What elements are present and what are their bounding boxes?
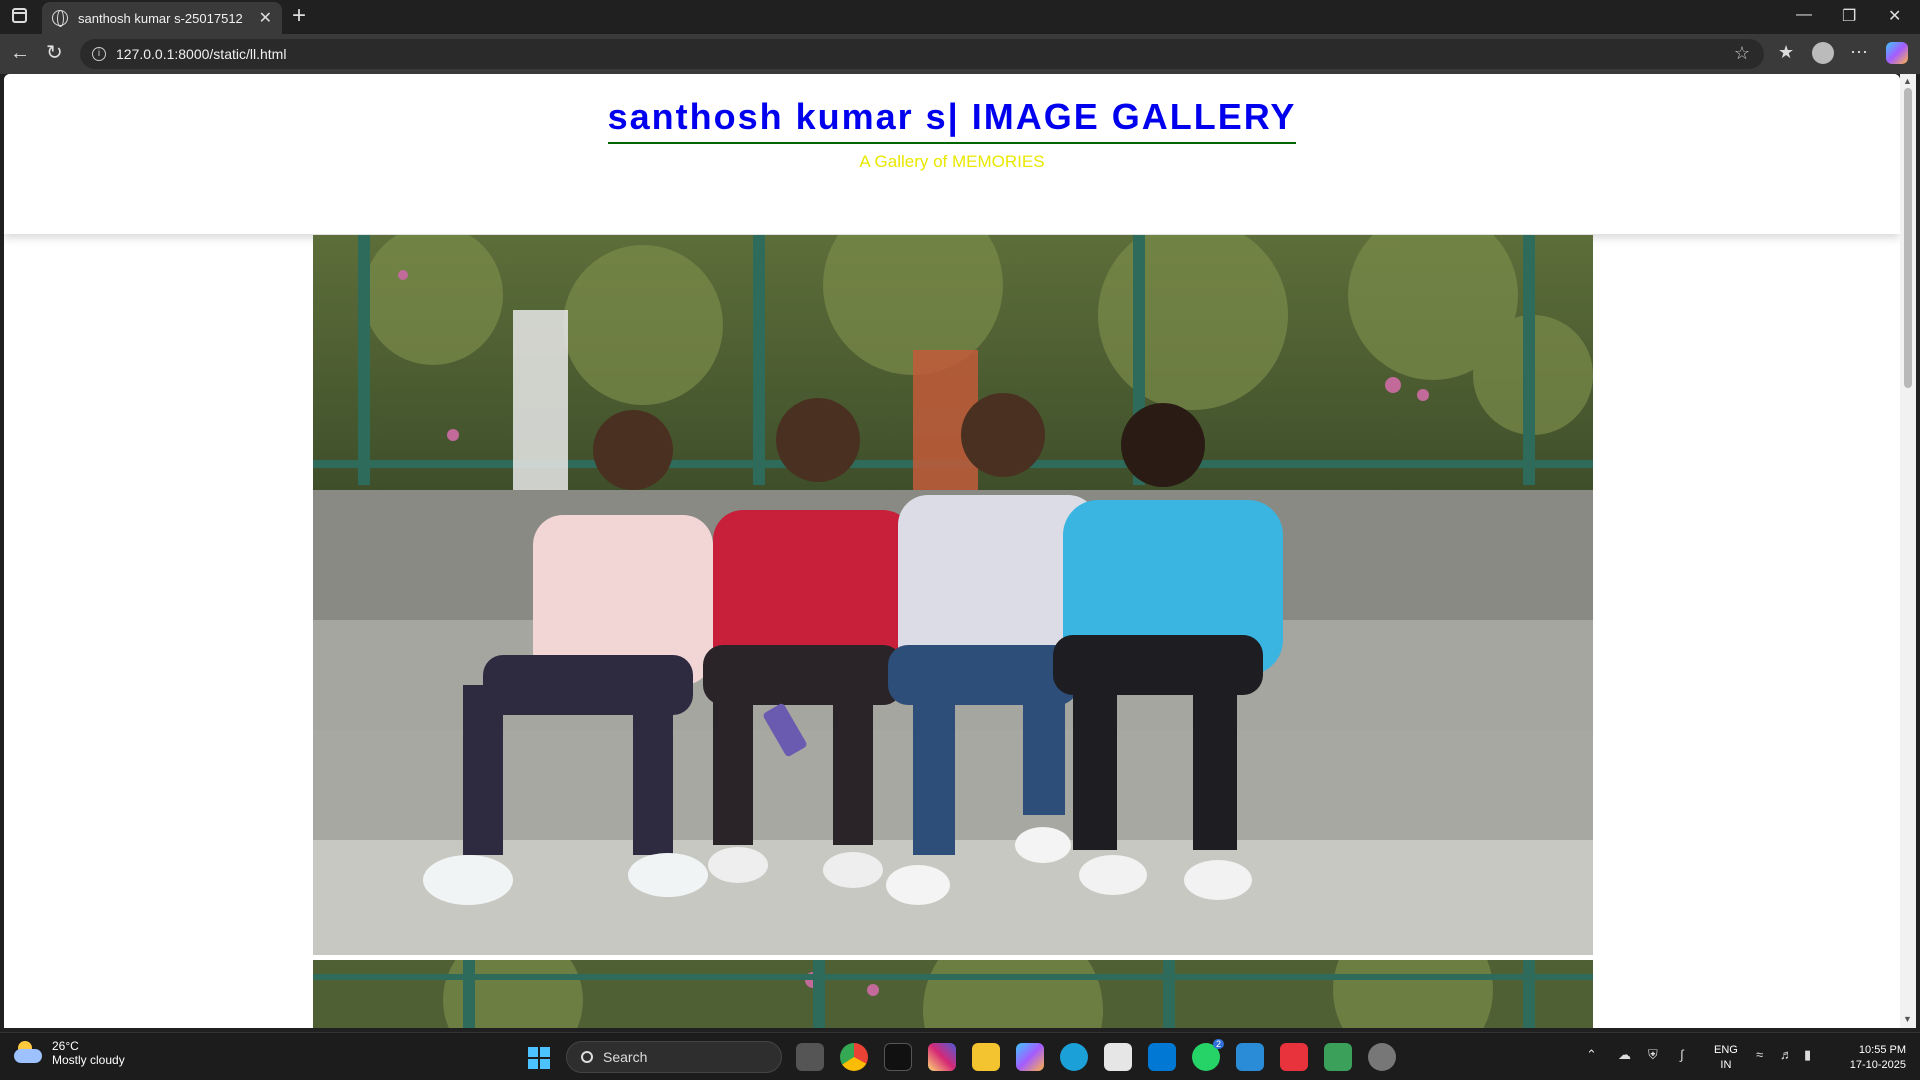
restore-button[interactable]: ❐: [1842, 6, 1856, 26]
favorites-icon[interactable]: ★: [1778, 42, 1794, 63]
wps-office-icon[interactable]: [1280, 1043, 1308, 1071]
page-scrollbar[interactable]: ▲ ▼: [1900, 74, 1916, 1028]
page-viewport: santhosh kumar s| IMAGE GALLERY A Galler…: [4, 74, 1900, 1028]
bluetooth-icon[interactable]: ∫: [1680, 1047, 1684, 1062]
scroll-up-arrow-icon[interactable]: ▲: [1903, 76, 1912, 86]
close-window-button[interactable]: ✕: [1888, 6, 1901, 26]
volume-icon[interactable]: ♬: [1780, 1047, 1793, 1062]
tab-actions-menu-icon[interactable]: [12, 8, 27, 23]
chrome-icon[interactable]: [840, 1043, 868, 1071]
copilot-app-icon[interactable]: [1016, 1043, 1044, 1071]
site-info-icon[interactable]: i: [92, 47, 106, 61]
clock-time: 10:55 PM: [1858, 1044, 1906, 1056]
notification-badge: 2: [1212, 1039, 1224, 1049]
onedrive-cloud-icon[interactable]: ☁: [1618, 1047, 1631, 1063]
vscode-icon[interactable]: [1236, 1043, 1264, 1071]
gallery-image: [313, 235, 1593, 955]
minimize-button[interactable]: —: [1796, 6, 1812, 24]
favorite-star-icon[interactable]: ☆: [1734, 43, 1750, 64]
browser-tabstrip: santhosh kumar s-25017512 ✕ + — ❐ ✕: [0, 0, 1920, 34]
group-photo-illustration: [313, 235, 1593, 955]
back-arrow-icon[interactable]: ←: [10, 42, 30, 64]
snipping-tool-icon[interactable]: [1324, 1043, 1352, 1071]
browser-toolbar: ← ↻ i 127.0.0.1:8000/static/ll.html ☆ ★ …: [0, 34, 1920, 74]
search-label: Search: [603, 1049, 648, 1065]
new-tab-button[interactable]: +: [292, 4, 306, 28]
language-indicator[interactable]: ENG IN: [1714, 1043, 1738, 1073]
more-options-icon[interactable]: ⋯: [1850, 42, 1868, 63]
partly-cloudy-icon: [14, 1041, 44, 1065]
task-view-icon[interactable]: [796, 1043, 824, 1071]
browser-tab-active[interactable]: santhosh kumar s-25017512 ✕: [42, 2, 282, 34]
url-text: 127.0.0.1:8000/static/ll.html: [116, 46, 287, 62]
photo-preview-illustration: [313, 960, 1593, 1028]
language-code: ENG: [1714, 1044, 1738, 1056]
settings-gear-icon[interactable]: [1368, 1043, 1396, 1071]
clock-date: 17-10-2025: [1849, 1059, 1906, 1071]
security-shield-icon[interactable]: ⛨: [1648, 1047, 1658, 1063]
microsoft-store-icon[interactable]: [1148, 1043, 1176, 1071]
page-title: santhosh kumar s| IMAGE GALLERY: [607, 96, 1297, 144]
scroll-down-arrow-icon[interactable]: ▼: [1903, 1014, 1912, 1024]
chevron-up-icon[interactable]: ⌃: [1586, 1047, 1597, 1063]
file-explorer-icon[interactable]: [972, 1043, 1000, 1071]
profile-avatar[interactable]: [1812, 42, 1834, 64]
weather-widget[interactable]: 26°C Mostly cloudy: [14, 1039, 125, 1067]
weather-description: Mostly cloudy: [52, 1053, 125, 1067]
notepad-icon[interactable]: [1104, 1043, 1132, 1071]
tab-close-icon[interactable]: ✕: [259, 8, 272, 28]
taskbar-search[interactable]: Search: [566, 1041, 782, 1073]
gallery-image: [313, 960, 1593, 1028]
windows-start-icon[interactable]: [528, 1047, 550, 1069]
instagram-icon[interactable]: [928, 1043, 956, 1071]
wifi-icon[interactable]: ≈: [1756, 1047, 1763, 1062]
refresh-icon[interactable]: ↻: [46, 42, 63, 64]
windows-taskbar: 26°C Mostly cloudy Search 2 ⌃ ☁ ⛨ ∫ ENG …: [0, 1032, 1920, 1080]
audio-app-icon[interactable]: [884, 1043, 912, 1071]
weather-temperature: 26°C: [52, 1039, 79, 1053]
page-header: santhosh kumar s| IMAGE GALLERY A Galler…: [4, 74, 1900, 234]
whatsapp-icon[interactable]: 2: [1192, 1039, 1224, 1071]
page-subtitle: A Gallery of MEMORIES: [859, 152, 1045, 171]
battery-icon[interactable]: ▮: [1804, 1047, 1811, 1063]
tab-title: santhosh kumar s-25017512: [78, 10, 243, 26]
region-code: IN: [1720, 1059, 1732, 1071]
copilot-icon[interactable]: [1886, 42, 1908, 64]
search-icon: [581, 1051, 593, 1063]
address-bar[interactable]: i 127.0.0.1:8000/static/ll.html ☆: [80, 39, 1764, 69]
scrollbar-thumb[interactable]: [1904, 88, 1912, 388]
system-clock[interactable]: 10:55 PM 17-10-2025: [1834, 1043, 1906, 1073]
edge-icon[interactable]: [1060, 1043, 1088, 1071]
globe-icon: [52, 10, 68, 27]
